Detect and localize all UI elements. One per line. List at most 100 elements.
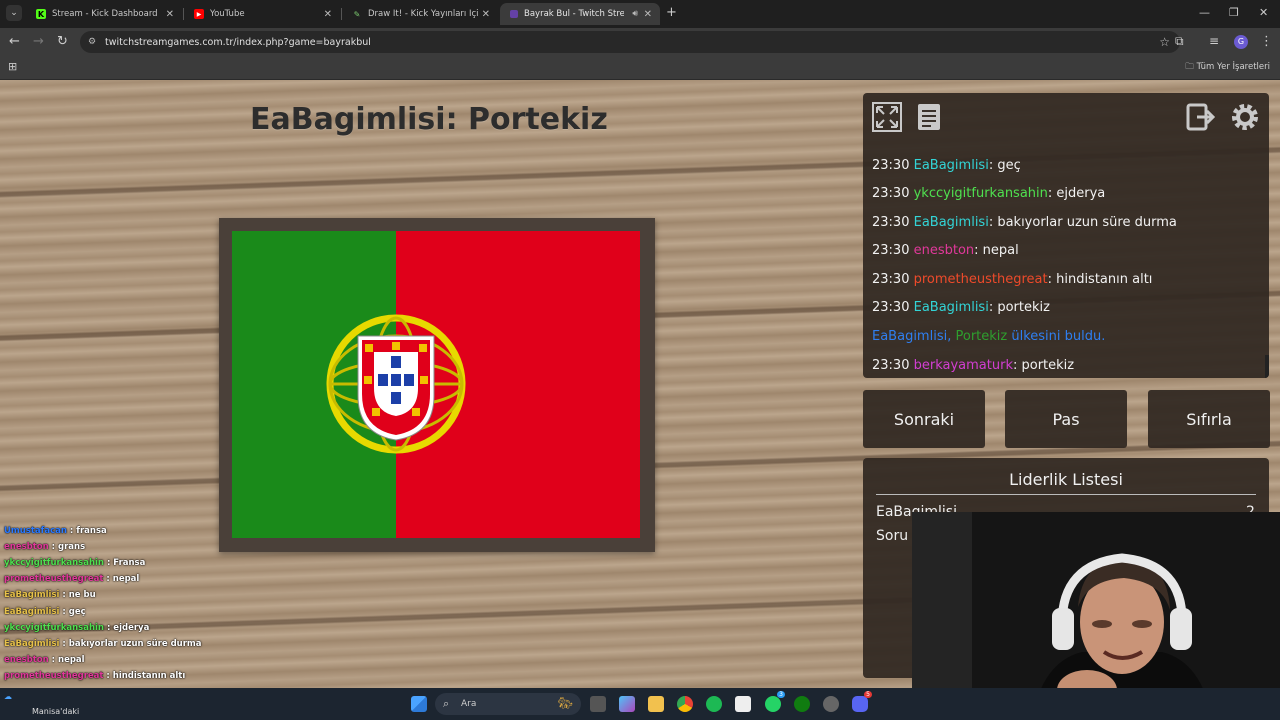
fullscreen-icon[interactable] <box>871 101 903 133</box>
bookmark-star-icon[interactable]: ☆ <box>1159 35 1170 49</box>
found-country: Portekiz <box>955 329 1008 344</box>
chat-time: 23:30 <box>872 272 910 287</box>
tab-label: YouTube <box>210 9 245 19</box>
weather-icon: ☁︎ <box>4 692 12 701</box>
overlay-text: : grans <box>51 542 86 552</box>
close-tab-icon[interactable]: ✕ <box>166 9 174 20</box>
overlay-username: prometheusthegreat <box>4 574 104 584</box>
leaderboard-title: Liderlik Listesi <box>1009 470 1123 489</box>
chat-username: EaBagimlisi <box>913 215 989 230</box>
overlay-chat-line: EaBagimlisi : geç <box>4 607 86 617</box>
settings-gear-icon[interactable] <box>1229 101 1261 133</box>
tab-youtube[interactable]: ▶ YouTube ✕ <box>184 3 340 25</box>
address-toolbar: ← → ↻ ⚙︎ twitchstreamgames.com.tr/index.… <box>0 28 1280 56</box>
close-window-icon[interactable]: ✕ <box>1259 6 1268 19</box>
close-tab-icon[interactable]: ✕ <box>644 9 652 20</box>
tab-label: Draw It! - Kick Yayınları İçin Çizi <box>368 9 478 19</box>
chat-message: 23:30 EaBagimlisi: geç <box>872 158 1021 173</box>
overlay-chat-line: prometheusthegreat : nepal <box>4 574 139 584</box>
leaderboard-name: Soru <box>876 528 909 544</box>
close-tab-icon[interactable]: ✕ <box>482 9 490 20</box>
minimize-icon[interactable]: — <box>1199 6 1210 19</box>
apps-grid-icon[interactable]: ⊞ <box>8 60 17 73</box>
media-icon[interactable]: ≡ <box>1209 34 1219 48</box>
youtube-icon: ▶ <box>194 9 204 19</box>
browser-tab-bar: ⌄ K Stream - Kick Dashboard ✕ ▶ YouTube … <box>0 0 1280 28</box>
pass-button[interactable]: Pas <box>1005 390 1127 448</box>
leaderboard-divider <box>876 494 1256 495</box>
chat-username: prometheusthegreat <box>913 272 1048 287</box>
url-text: twitchstreamgames.com.tr/index.php?game=… <box>105 36 371 48</box>
chrome-icon[interactable] <box>677 696 693 712</box>
whatsapp-icon[interactable]: 3 <box>765 691 785 712</box>
overlay-text: : nepal <box>106 574 140 584</box>
chat-time: 23:30 <box>872 215 910 230</box>
spotify-icon[interactable] <box>706 696 722 712</box>
copilot-icon[interactable] <box>619 696 635 712</box>
overlay-text: : ejderya <box>106 623 150 633</box>
chat-text: : hindistanın altı <box>1047 272 1153 287</box>
found-country-message: EaBagimlisi, Portekiz ülkesini buldu. <box>872 329 1105 344</box>
chat-message: 23:30 EaBagimlisi: portekiz <box>872 300 1050 315</box>
chat-text: : portekiz <box>1012 358 1075 373</box>
overlay-username: enesbton <box>4 655 49 665</box>
overlay-username: EaBagimlisi <box>4 590 60 600</box>
search-highlight-icon: 🐅︎ <box>557 696 573 710</box>
tab-bayrak-bul[interactable]: Bayrak Bul - Twitch Stream 🔊︎ ✕ <box>500 3 660 25</box>
chat-time: 23:30 <box>872 186 910 201</box>
search-placeholder: Ara <box>461 699 477 709</box>
pencil-icon: ✎ <box>353 9 361 19</box>
site-info-icon[interactable]: ⚙︎ <box>88 37 96 47</box>
all-bookmarks[interactable]: 🗀︎ Tüm Yer İşaretleri <box>1185 61 1270 75</box>
next-button[interactable]: Sonraki <box>863 390 985 448</box>
overlay-text: : hindistanın altı <box>106 671 186 681</box>
bookmarks-bar: ⊞ 🗀︎ Tüm Yer İşaretleri <box>0 56 1280 80</box>
tab-kick-dashboard[interactable]: K Stream - Kick Dashboard ✕ <box>26 3 182 25</box>
overlay-text: : fransa <box>69 526 107 536</box>
extensions-icon[interactable]: ⧉ <box>1175 34 1184 49</box>
chat-text: : geç <box>988 158 1021 173</box>
discord-icon[interactable]: 5 <box>852 691 872 712</box>
chat-panel: 23:30 EaBagimlisi: geç 23:30 ykccyigitfu… <box>863 93 1269 378</box>
store-icon[interactable] <box>735 696 751 712</box>
restore-icon[interactable]: ❐ <box>1229 6 1239 19</box>
chat-text: : portekiz <box>988 300 1050 315</box>
chat-scrollbar[interactable] <box>1265 355 1269 378</box>
windows-start-icon[interactable] <box>411 696 427 712</box>
document-icon[interactable] <box>913 101 945 133</box>
close-tab-icon[interactable]: ✕ <box>324 9 332 20</box>
overlay-text: : geç <box>62 607 86 617</box>
weather-text: Manisa'daki orm... <box>32 707 80 720</box>
tab-draw-it[interactable]: ✎ Draw It! - Kick Yayınları İçin Çizi ✕ <box>342 3 498 25</box>
weather-widget[interactable]: ☁︎ Manisa'daki orm... <box>4 691 79 720</box>
speaker-icon[interactable]: 🔊︎ <box>632 9 638 19</box>
chat-message: 23:30 EaBagimlisi: bakıyorlar uzun süre … <box>872 215 1177 230</box>
reload-icon[interactable]: ↻ <box>57 34 68 49</box>
portugal-flag-image <box>232 231 640 538</box>
overlay-chat-line: EaBagimlisi : bakıyorlar uzun süre durma <box>4 639 202 649</box>
chat-message: 23:30 ykccyigitfurkansahin: ejderya <box>872 186 1105 201</box>
overlay-text: : bakıyorlar uzun süre durma <box>62 639 202 649</box>
app-icon[interactable] <box>823 696 839 712</box>
task-view-icon[interactable] <box>590 696 606 712</box>
xbox-icon[interactable] <box>794 696 810 712</box>
overlay-chat-line: ykccyigitfurkansahin : Fransa <box>4 558 145 568</box>
file-explorer-icon[interactable] <box>648 696 664 712</box>
profile-avatar[interactable]: G <box>1234 35 1248 49</box>
found-user: EaBagimlisi, <box>872 329 952 344</box>
tab-label: Bayrak Bul - Twitch Stream <box>524 9 624 19</box>
taskbar-search[interactable]: ⌕ Ara 🐅︎ <box>435 693 581 715</box>
chat-username: ykccyigitfurkansahin <box>913 186 1048 201</box>
back-icon[interactable]: ← <box>9 34 20 49</box>
flag-frame <box>219 218 655 552</box>
new-tab-icon[interactable]: + <box>666 5 677 20</box>
overlay-chat-line: ykccyigitfurkansahin : ejderya <box>4 623 149 633</box>
reset-button[interactable]: Sıfırla <box>1148 390 1270 448</box>
overlay-username: EaBagimlisi <box>4 639 60 649</box>
logout-icon[interactable] <box>1185 101 1217 133</box>
url-bar[interactable]: ⚙︎ twitchstreamgames.com.tr/index.php?ga… <box>80 31 1180 53</box>
menu-kebab-icon[interactable]: ⋮ <box>1260 34 1273 49</box>
tab-search-icon[interactable]: ⌄ <box>6 5 22 21</box>
overlay-username: Umustafacan <box>4 526 67 536</box>
forward-icon[interactable]: → <box>33 34 44 49</box>
